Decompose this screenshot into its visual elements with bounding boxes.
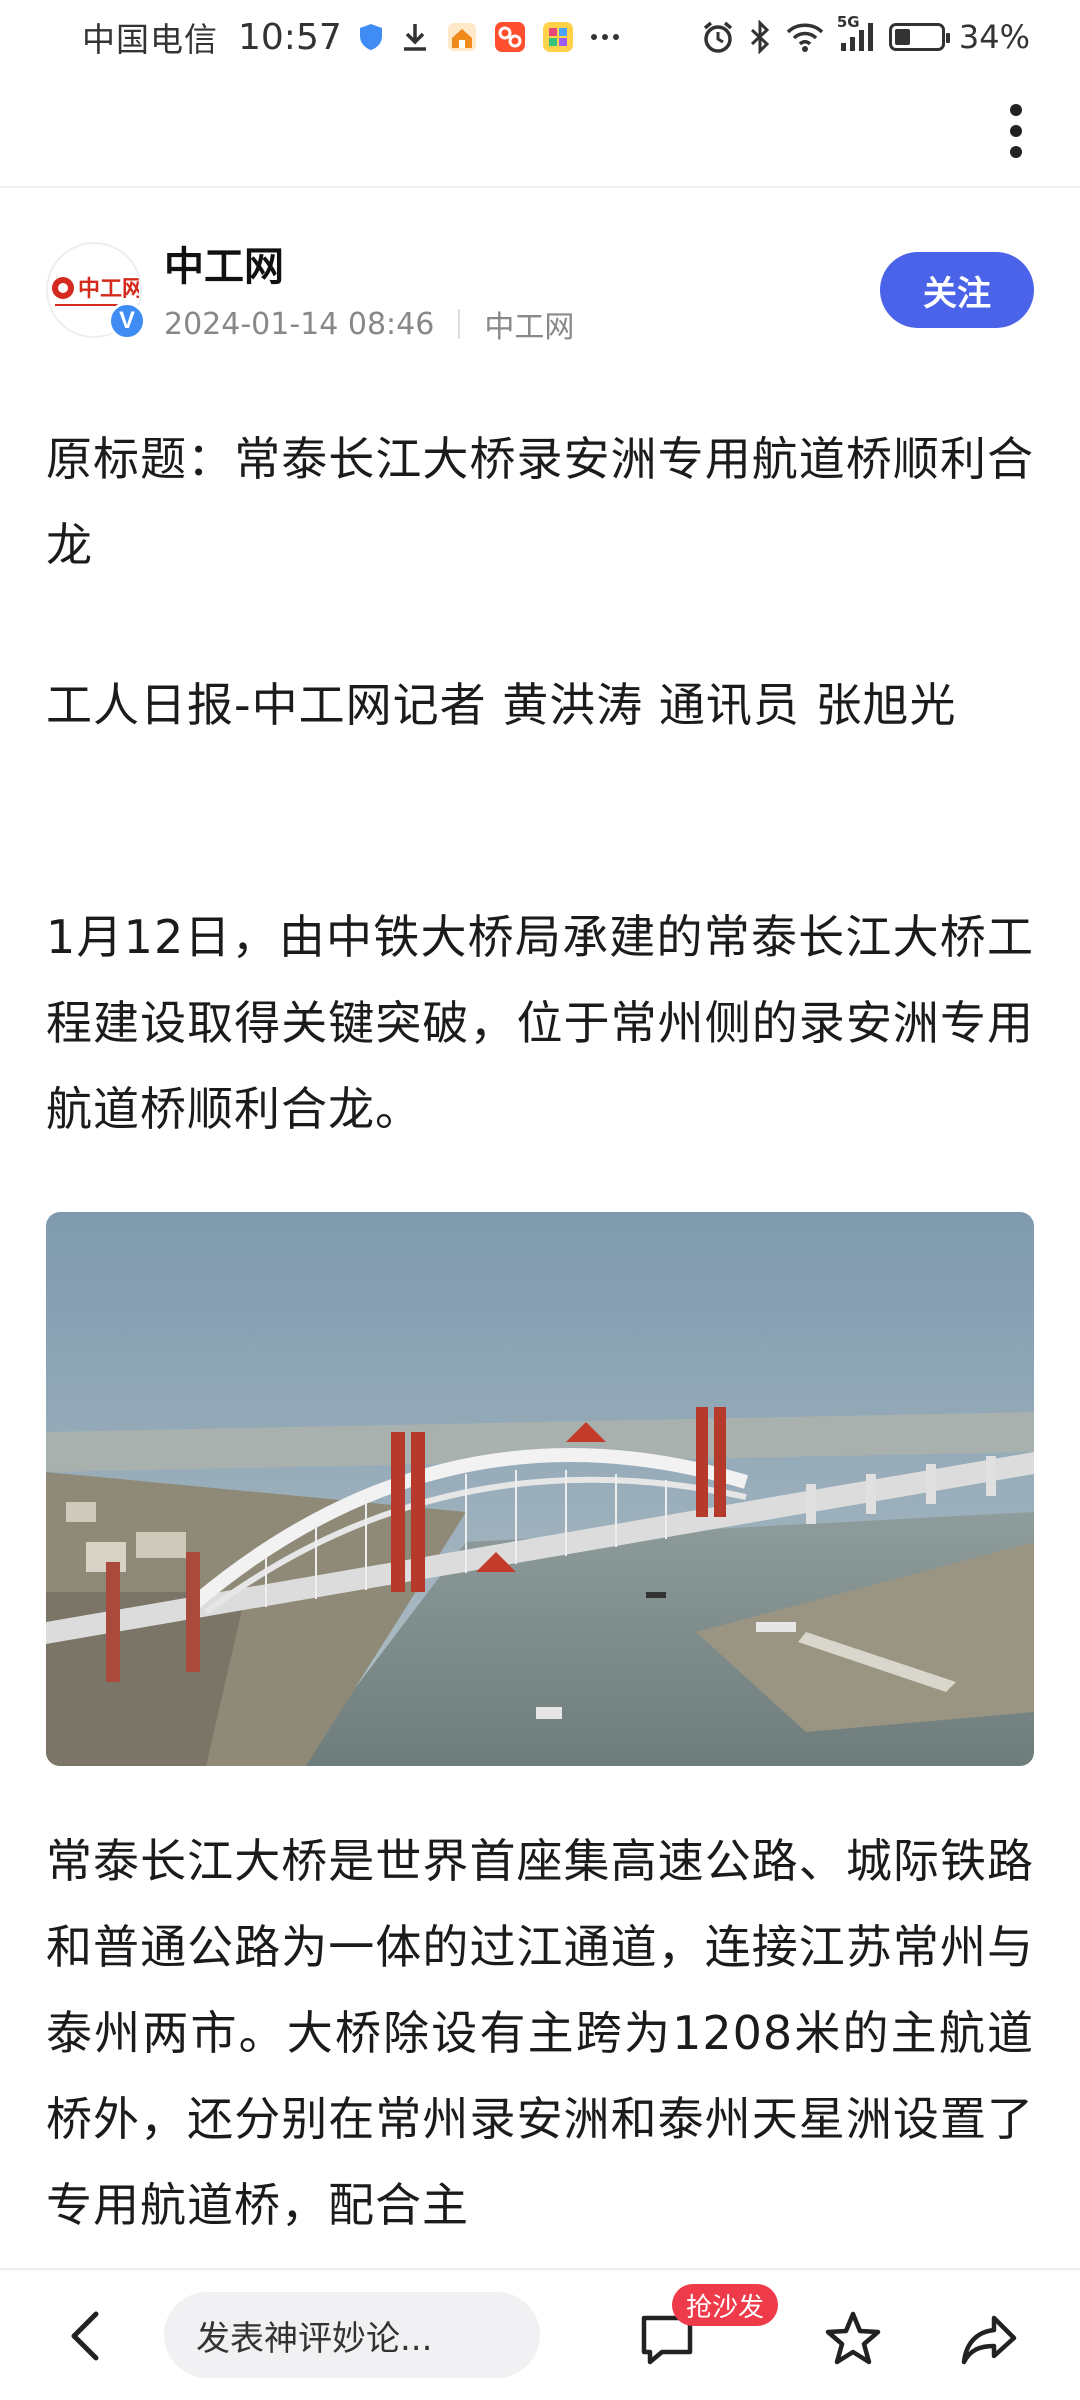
favorite-button[interactable] <box>822 2308 884 2370</box>
battery-percent: 34% <box>958 18 1030 56</box>
shield-icon <box>358 22 384 52</box>
sofa-badge: 抢沙发 <box>672 2284 779 2326</box>
wifi-icon <box>785 21 825 53</box>
more-dots-icon <box>590 32 620 42</box>
back-button[interactable] <box>60 2308 116 2364</box>
share-button[interactable] <box>958 2308 1020 2370</box>
house-icon <box>446 21 478 53</box>
top-navigation-bar <box>0 74 1080 188</box>
article-byline: 工人日报-中工网记者 黄洪涛 通讯员 张旭光 <box>46 678 957 732</box>
signal-icon: 5G <box>837 13 875 53</box>
bottom-action-bar: 发表神评妙论... 抢沙发 <box>0 2268 1080 2400</box>
article-paragraph: 1月12日，由中铁大桥局承建的常泰长江大桥工程建设取得关键突破，位于常州侧的录安… <box>46 910 1034 1136</box>
follow-button[interactable]: 关注 <box>880 252 1034 328</box>
more-options-button[interactable] <box>988 94 1044 168</box>
comment-input[interactable]: 发表神评妙论... <box>164 2292 540 2378</box>
bluetooth-icon <box>749 20 771 54</box>
app-icon <box>494 21 526 53</box>
article-photo-bridge[interactable] <box>46 1212 1034 1766</box>
meta-divider <box>458 309 461 339</box>
publish-date: 2024-01-14 08:46 <box>164 306 435 342</box>
app-icon-2 <box>542 21 574 53</box>
back-arrow-icon <box>71 2311 99 2361</box>
author-meta: 2024-01-14 08:46 中工网 <box>164 302 574 346</box>
article-paragraph: 常泰长江大桥是世界首座集高速公路、城际铁路和普通公路为一体的过江通道，连接江苏常… <box>46 1834 1034 2232</box>
author-header: 中工网 V 中工网 2024-01-14 08:46 中工网 关注 <box>46 230 1034 350</box>
star-icon <box>825 2311 881 2365</box>
status-bar: 中国电信 10:57 5G 34% <box>0 0 1080 74</box>
carrier-label: 中国电信 <box>82 20 218 59</box>
verified-badge: V <box>108 302 146 340</box>
author-name[interactable]: 中工网 <box>164 234 284 292</box>
clock: 10:57 <box>238 16 342 58</box>
svg-text:中工网: 中工网 <box>78 277 139 302</box>
battery-level-fill <box>894 29 910 45</box>
battery-icon <box>888 23 950 51</box>
article-original-title: 原标题：常泰长江大桥录安洲专用航道桥顺利合龙 <box>46 432 1034 572</box>
alarm-icon <box>701 20 735 54</box>
network-type-label: 5G <box>836 13 860 31</box>
more-vertical-icon <box>1010 104 1022 158</box>
source-label: 中工网 <box>484 310 575 345</box>
share-icon <box>961 2315 1017 2365</box>
download-icon <box>400 21 430 53</box>
